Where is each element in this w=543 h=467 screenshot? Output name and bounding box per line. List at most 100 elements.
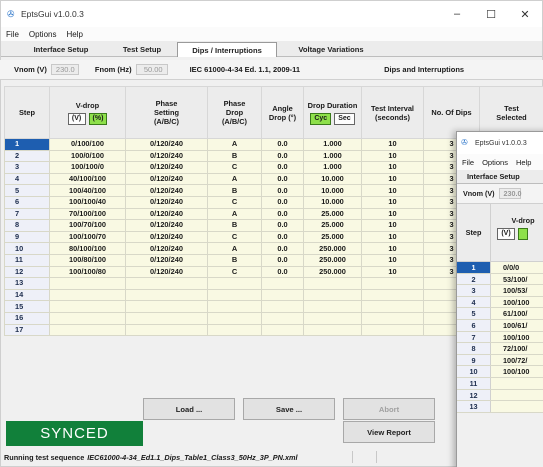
minimize-button[interactable]: – bbox=[440, 1, 474, 27]
step-cell[interactable]: 12 bbox=[4, 265, 50, 279]
vdrop-cell[interactable] bbox=[49, 288, 126, 302]
vdrop-cell[interactable]: 0/0/0 bbox=[491, 262, 543, 273]
angle-cell[interactable] bbox=[261, 323, 304, 337]
step-cell[interactable]: 16 bbox=[4, 311, 50, 325]
table-row[interactable]: 12 bbox=[457, 389, 543, 402]
pdrop-cell[interactable]: B bbox=[207, 253, 262, 267]
menu-help[interactable]: Help bbox=[516, 158, 531, 167]
step-cell[interactable]: 10 bbox=[4, 242, 50, 255]
dur-cell[interactable] bbox=[303, 288, 362, 302]
step-cell[interactable]: 4 bbox=[457, 296, 491, 308]
save-button[interactable]: Save ... bbox=[243, 398, 335, 420]
vdrop-cell[interactable]: 72/100/ bbox=[491, 343, 543, 354]
vdrop-percent-toggle[interactable] bbox=[518, 228, 528, 240]
tab-interface-setup[interactable]: Interface Setup bbox=[15, 43, 107, 56]
interval-cell[interactable] bbox=[361, 300, 424, 313]
dur-cell[interactable]: 25.000 bbox=[303, 230, 362, 244]
pdrop-cell[interactable]: B bbox=[207, 149, 262, 163]
dur-cell[interactable]: 25.000 bbox=[303, 207, 362, 221]
table-row[interactable]: 9 100/72/ bbox=[457, 354, 543, 367]
step-cell[interactable]: 15 bbox=[4, 300, 50, 313]
angle-cell[interactable]: 0.0 bbox=[261, 161, 304, 174]
pdrop-cell[interactable]: A bbox=[207, 172, 262, 186]
step-cell[interactable]: 17 bbox=[4, 323, 50, 337]
abort-button[interactable]: Abort bbox=[343, 398, 435, 420]
angle-cell[interactable]: 0.0 bbox=[261, 184, 304, 197]
step-cell[interactable]: 7 bbox=[4, 207, 50, 221]
phase-cell[interactable]: 0/120/240 bbox=[125, 161, 208, 174]
phase-cell[interactable]: 0/120/240 bbox=[125, 253, 208, 267]
vdrop-cell[interactable]: 70/100/100 bbox=[49, 207, 126, 221]
duration-cycles-toggle[interactable]: Cyc bbox=[310, 112, 332, 125]
pdrop-cell[interactable]: C bbox=[207, 195, 262, 209]
pdrop-cell[interactable] bbox=[207, 277, 262, 290]
table-row[interactable]: 2 53/100/ bbox=[457, 273, 543, 286]
view-report-button[interactable]: View Report bbox=[343, 421, 435, 443]
angle-cell[interactable] bbox=[261, 300, 304, 313]
interval-cell[interactable]: 10 bbox=[361, 253, 424, 267]
pdrop-cell[interactable]: B bbox=[207, 219, 262, 232]
interval-cell[interactable]: 10 bbox=[361, 195, 424, 209]
vdrop-cell[interactable]: 100/72/ bbox=[491, 354, 543, 366]
pdrop-cell[interactable] bbox=[207, 288, 262, 302]
step-cell[interactable]: 3 bbox=[4, 161, 50, 174]
pdrop-cell[interactable]: A bbox=[207, 207, 262, 221]
table-row[interactable]: 3 100/53/ bbox=[457, 285, 543, 297]
phase-cell[interactable]: 0/120/240 bbox=[125, 219, 208, 232]
dur-cell[interactable]: 250.000 bbox=[303, 242, 362, 255]
table-row[interactable]: 6 100/61/ bbox=[457, 319, 543, 332]
angle-cell[interactable]: 0.0 bbox=[261, 172, 304, 186]
phase-cell[interactable]: 0/120/240 bbox=[125, 172, 208, 186]
step-cell[interactable]: 8 bbox=[457, 343, 491, 354]
phase-cell[interactable]: 0/120/240 bbox=[125, 149, 208, 163]
phase-cell[interactable] bbox=[125, 311, 208, 325]
interval-cell[interactable]: 10 bbox=[361, 172, 424, 186]
load-button[interactable]: Load ... bbox=[143, 398, 235, 420]
vdrop-cell[interactable]: 100/100/0 bbox=[49, 161, 126, 174]
dur-cell[interactable]: 1.000 bbox=[303, 149, 362, 163]
pdrop-cell[interactable]: C bbox=[207, 265, 262, 279]
step-cell[interactable]: 11 bbox=[4, 253, 50, 267]
step-cell[interactable]: 1 bbox=[457, 262, 491, 273]
dur-cell[interactable]: 1.000 bbox=[303, 161, 362, 174]
angle-cell[interactable] bbox=[261, 311, 304, 325]
angle-cell[interactable]: 0.0 bbox=[261, 138, 304, 151]
vdrop-cell[interactable]: 100/80/100 bbox=[49, 253, 126, 267]
interval-cell[interactable] bbox=[361, 277, 424, 290]
angle-cell[interactable]: 0.0 bbox=[261, 230, 304, 244]
vdrop-cell[interactable]: 100/100 bbox=[491, 296, 543, 308]
pdrop-cell[interactable] bbox=[207, 300, 262, 313]
duration-seconds-toggle[interactable]: Sec bbox=[334, 112, 355, 125]
interval-cell[interactable]: 10 bbox=[361, 265, 424, 279]
step-cell[interactable]: 12 bbox=[457, 389, 491, 401]
interval-cell[interactable]: 10 bbox=[361, 161, 424, 174]
vdrop-cell[interactable] bbox=[49, 277, 126, 290]
close-button[interactable]: ✕ bbox=[508, 1, 542, 27]
angle-cell[interactable]: 0.0 bbox=[261, 253, 304, 267]
interval-cell[interactable]: 10 bbox=[361, 184, 424, 197]
dur-cell[interactable]: 10.000 bbox=[303, 172, 362, 186]
table-row[interactable]: 10 100/100 bbox=[457, 366, 543, 378]
pdrop-cell[interactable] bbox=[207, 311, 262, 325]
vdrop-volts-toggle[interactable]: (V) bbox=[497, 228, 515, 240]
pdrop-cell[interactable]: C bbox=[207, 161, 262, 174]
dur-cell[interactable]: 1.000 bbox=[303, 138, 362, 151]
vdrop-cell[interactable]: 100/61/ bbox=[491, 319, 543, 331]
step-cell[interactable]: 10 bbox=[457, 366, 491, 377]
dur-cell[interactable]: 250.000 bbox=[303, 253, 362, 267]
menu-options[interactable]: Options bbox=[29, 30, 57, 39]
step-cell[interactable]: 2 bbox=[4, 149, 50, 163]
dur-cell[interactable] bbox=[303, 323, 362, 337]
vdrop-cell[interactable]: 100/100 bbox=[491, 331, 543, 343]
angle-cell[interactable]: 0.0 bbox=[261, 242, 304, 255]
vdrop-cell[interactable]: 80/100/100 bbox=[49, 242, 126, 255]
step-cell[interactable]: 9 bbox=[457, 354, 491, 366]
dur-cell[interactable]: 250.000 bbox=[303, 265, 362, 279]
interval-cell[interactable]: 10 bbox=[361, 219, 424, 232]
interval-cell[interactable]: 10 bbox=[361, 242, 424, 255]
phase-cell[interactable]: 0/120/240 bbox=[125, 230, 208, 244]
menu-file[interactable]: File bbox=[6, 30, 19, 39]
maximize-button[interactable]: ☐ bbox=[474, 1, 508, 27]
vdrop-cell[interactable]: 100/0/100 bbox=[49, 149, 126, 163]
vdrop-volts-toggle[interactable]: (V) bbox=[67, 112, 86, 125]
